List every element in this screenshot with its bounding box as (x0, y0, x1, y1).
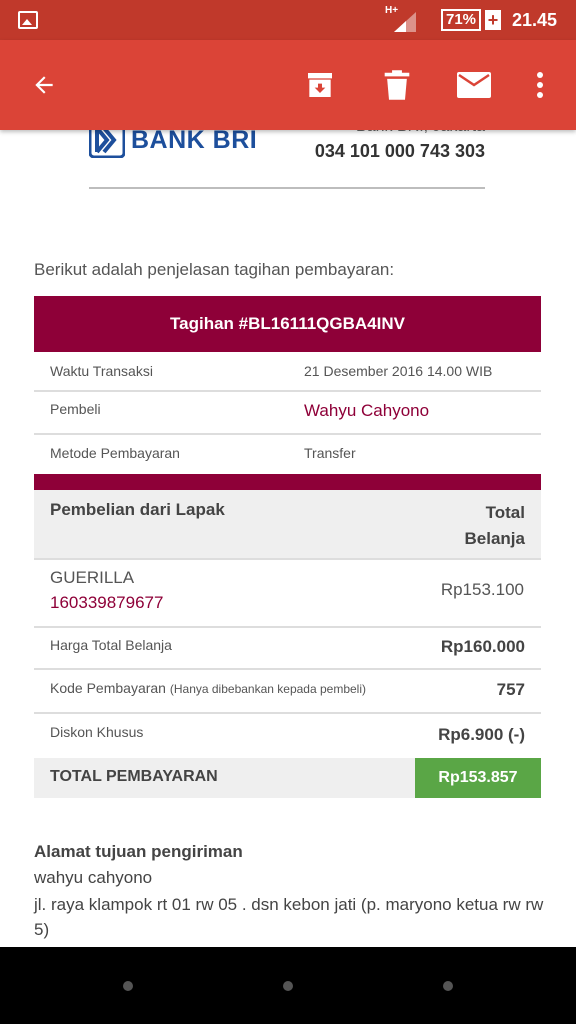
invoice-title: Tagihan #BL16111QGBA4INV (34, 296, 541, 352)
summary-value: Rp160.000 (440, 637, 525, 656)
purchase-table-header: Pembelian dari Lapak Total Belanja (34, 490, 541, 558)
mail-icon (457, 72, 491, 98)
summary-row-payment-code: Kode Pembayaran (Hanya dibebankan kepada… (34, 670, 541, 712)
info-value: 21 Desember 2016 14.00 WIB (304, 363, 493, 379)
summary-note: (Hanya dibebankan kepada pembeli) (169, 682, 366, 696)
address-heading: Alamat tujuan pengiriman (34, 842, 243, 861)
column-header-total-line2: Belanja (464, 529, 525, 548)
order-code-link[interactable]: 160339879677 (50, 593, 163, 613)
info-row-payment-method: Metode Pembayaran Transfer (34, 435, 541, 474)
section-divider-bar (34, 474, 541, 490)
charging-icon: + (485, 10, 501, 30)
email-content: BANK BRI Bank BRI, Jakarta 034 101 000 7… (0, 130, 576, 947)
bank-account-number: 034 101 000 743 303 (314, 141, 485, 161)
summary-label-text: Diskon Khusus (50, 724, 144, 740)
total-value-badge: Rp153.857 (415, 758, 541, 798)
summary-row-discount: Diskon Khusus Rp6.900 (-) (34, 714, 541, 756)
mail-button[interactable] (446, 40, 502, 130)
intro-text: Berikut adalah penjelasan tagihan pembay… (34, 260, 395, 279)
bank-account-info: Bank BRI, Jakarta 034 101 000 743 303 (315, 130, 485, 164)
info-row-transaction-time: Waktu Transaksi 21 Desember 2016 14.00 W… (34, 352, 541, 392)
summary-label: Kode Pembayaran (Hanya dibebankan kepada… (50, 680, 366, 696)
archive-icon (308, 73, 332, 97)
address-line: jl. raya klampok rt 01 rw 05 . dsn kebon… (34, 895, 544, 939)
column-header-shop: Pembelian dari Lapak (50, 500, 225, 519)
column-header-total-line1: Total (485, 503, 525, 522)
info-label: Waktu Transaksi (50, 363, 153, 379)
back-button[interactable] (16, 40, 72, 130)
bri-logo-mark (89, 130, 125, 158)
recipient-name: wahyu cahyono (34, 868, 153, 887)
summary-value: 757 (496, 680, 525, 699)
battery-level: 71% (441, 9, 481, 31)
clock: 21.45 (512, 10, 558, 30)
bank-logo-text: BANK BRI (131, 130, 258, 154)
summary-label: Harga Total Belanja (50, 637, 172, 653)
shop-name: GUERILLA (50, 568, 135, 587)
total-label: TOTAL PEMBAYARAN (50, 768, 218, 785)
item-price: Rp153.100 (440, 580, 524, 599)
info-label: Metode Pembayaran (50, 445, 180, 461)
back-arrow-icon (35, 76, 53, 94)
summary-label: Diskon Khusus (50, 724, 143, 740)
status-bar: H+ 71% + 21.45 (0, 0, 576, 40)
summary-value: Rp6.900 (-) (438, 725, 525, 744)
buyer-name-link[interactable]: Wahyu Cahyono (304, 401, 429, 421)
divider (89, 187, 485, 189)
info-label: Pembeli (50, 401, 101, 417)
nav-back-button[interactable] (123, 981, 133, 991)
bank-bri-logo: BANK BRI (89, 130, 257, 158)
trash-icon (384, 70, 410, 100)
more-vert-icon (537, 72, 543, 98)
total-payment-row: TOTAL PEMBAYARAN Rp153.857 (34, 758, 541, 798)
column-header-total: Total Belanja (465, 500, 525, 552)
battery-indicator: 71% + (441, 9, 501, 31)
image-notification-icon (18, 11, 38, 29)
summary-label-text: Kode Pembayaran (50, 680, 166, 696)
archive-button[interactable] (292, 40, 348, 130)
more-options-button[interactable] (512, 40, 568, 130)
system-nav-bar (0, 947, 576, 1024)
nav-recents-button[interactable] (443, 981, 453, 991)
info-value: Transfer (304, 445, 356, 461)
info-row-buyer: Pembeli Wahyu Cahyono (34, 392, 541, 435)
summary-row-subtotal: Harga Total Belanja Rp160.000 (34, 628, 541, 670)
app-toolbar (0, 40, 576, 130)
signal-icon (394, 12, 416, 32)
summary-label-text: Harga Total Belanja (50, 637, 172, 653)
nav-home-button[interactable] (283, 981, 293, 991)
bank-branch: Bank BRI, Jakarta (315, 130, 485, 138)
delete-button[interactable] (369, 40, 425, 130)
table-divider (34, 558, 541, 560)
